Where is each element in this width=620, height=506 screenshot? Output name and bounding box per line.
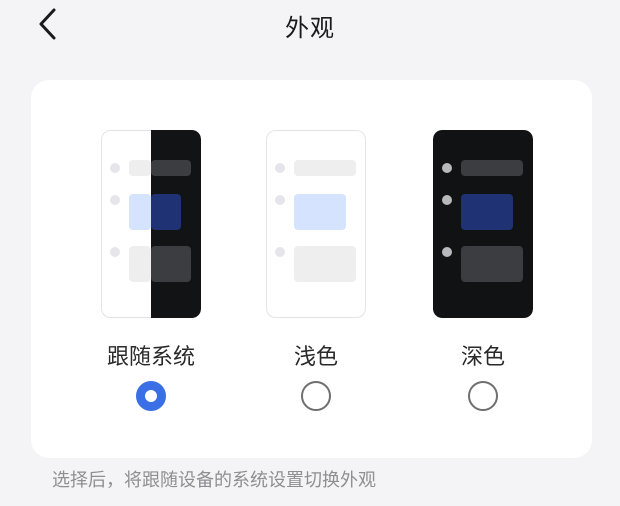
option-light[interactable]: 浅色 [246, 130, 386, 420]
dark-preview [433, 130, 533, 318]
option-label-follow-system: 跟随系统 [106, 345, 195, 370]
radio-follow-system[interactable] [136, 381, 166, 411]
option-dark[interactable]: 深色 [413, 130, 553, 420]
radio-dark[interactable] [468, 381, 498, 411]
radio-light[interactable] [301, 381, 331, 411]
option-follow-system[interactable]: 跟随系统 [81, 130, 221, 420]
header-bar: 外观 [0, 0, 620, 50]
option-label-dark: 深色 [460, 345, 505, 370]
system-preview [101, 130, 201, 318]
option-label-light: 浅色 [293, 345, 338, 370]
page-title: 外观 [285, 14, 335, 42]
footer-note: 选择后，将跟随设备的系统设置切换外观 [52, 470, 376, 491]
light-preview [266, 130, 366, 318]
appearance-card: 跟随系统 浅色 深色 [31, 80, 592, 458]
